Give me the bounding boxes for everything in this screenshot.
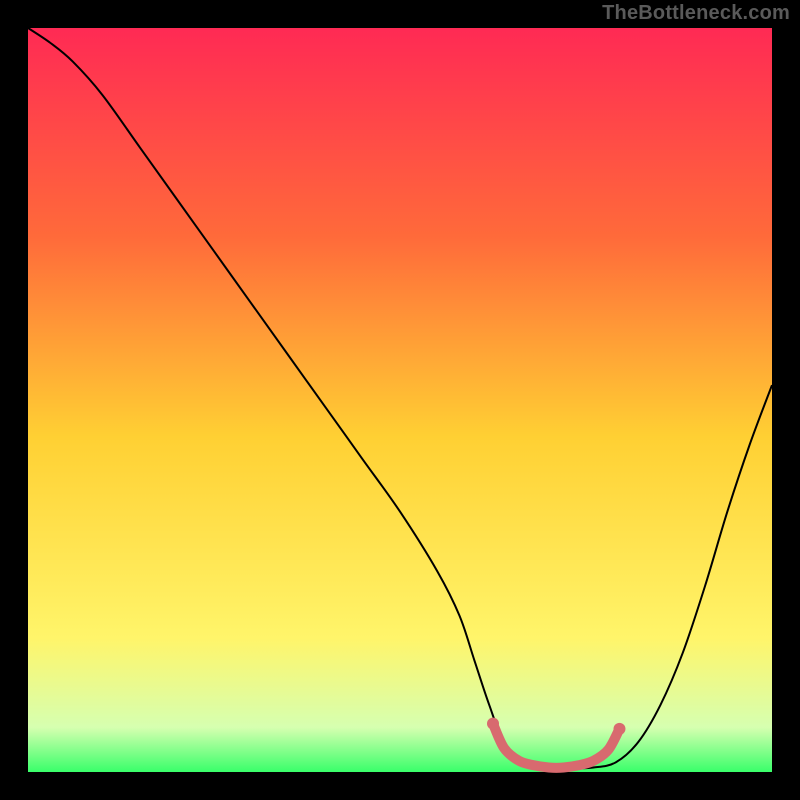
fit-region-marker-end-dot-0 <box>487 718 499 730</box>
fit-region-marker-end-dot-1 <box>613 723 625 735</box>
chart-frame: TheBottleneck.com <box>0 0 800 800</box>
watermark-text: TheBottleneck.com <box>602 2 790 25</box>
bottleneck-chart <box>0 0 800 800</box>
gradient-background <box>28 28 772 772</box>
